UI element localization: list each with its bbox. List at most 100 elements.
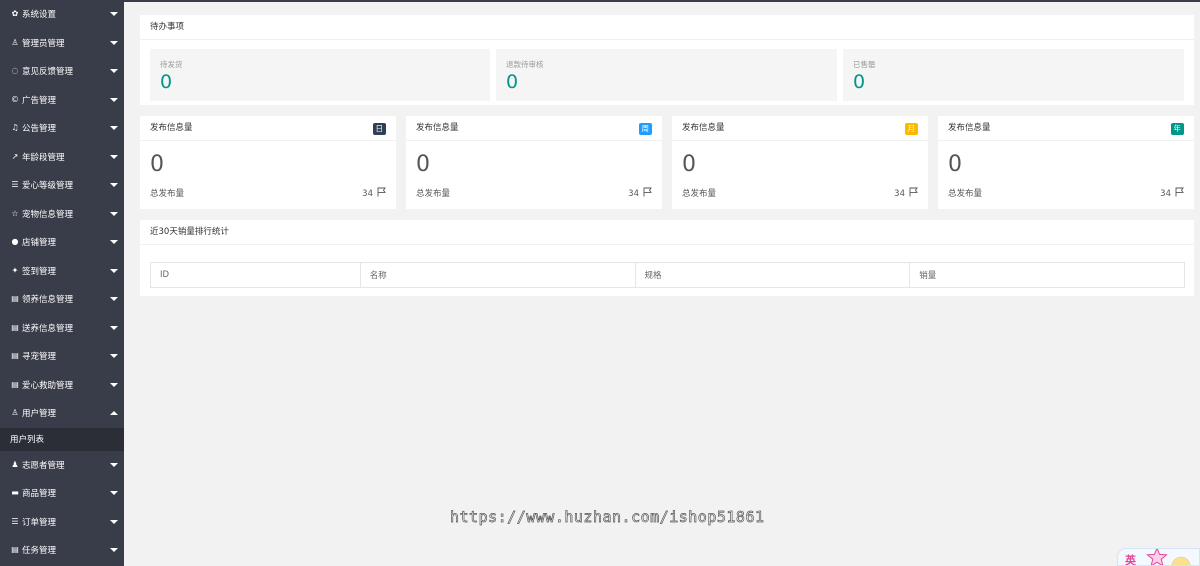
caret-down-icon — [110, 354, 118, 359]
stat-card-month: 发布信息量 月 0 总发布量 34 — [672, 116, 928, 209]
total-label: 总发布量 — [150, 189, 185, 199]
sidebar-item[interactable]: ♫ 公告管理 — [0, 114, 124, 143]
sidebar-item[interactable]: ▤ 寻宠管理 — [0, 342, 124, 371]
caret-down-icon — [110, 548, 118, 553]
corner-widget[interactable]: 英 — [1117, 548, 1200, 566]
gear-icon: ✿ — [11, 9, 19, 19]
stat-value: 0 — [150, 152, 164, 177]
corner-widget-label: 英 — [1125, 554, 1136, 566]
stat-card-title: 发布信息量 — [150, 123, 193, 133]
stat-value: 0 — [416, 152, 430, 177]
caret-down-icon — [110, 268, 118, 273]
caret-down-icon — [110, 211, 118, 216]
sidebar-item[interactable]: ✿ 系统设置 — [0, 0, 124, 29]
user-icon: ♙ — [11, 408, 19, 418]
caret-down-icon — [110, 382, 118, 387]
sales-ranking-panel: 近30天销量排行统计 ID 名称 规格 销量 — [140, 220, 1194, 296]
caret-down-icon — [110, 12, 118, 17]
todo-label: 已售罄 — [853, 60, 876, 69]
todo-panel-title: 待办事项 — [140, 15, 1194, 40]
sidebar-item-label: 管理员管理 — [22, 38, 65, 49]
stat-value: 0 — [682, 152, 696, 177]
tag-icon: ● — [11, 237, 19, 247]
todo-label: 退款待审核 — [506, 60, 544, 69]
ranking-panel-title: 近30天销量排行统计 — [140, 220, 1194, 245]
face-decoration-icon — [1170, 555, 1192, 565]
folder-icon: ▬ — [11, 488, 19, 498]
total-value: 34 — [362, 188, 373, 199]
todo-label: 待发货 — [160, 60, 183, 69]
todo-box-refund-review[interactable]: 退款待审核 0 — [496, 49, 837, 101]
column-header-id: ID — [150, 262, 361, 288]
sidebar-item-label: 签到管理 — [22, 266, 57, 277]
sidebar-item[interactable]: ✦ 签到管理 — [0, 257, 124, 286]
todo-value: 0 — [853, 71, 866, 93]
list-icon: ▤ — [11, 379, 19, 389]
sidebar-subitem[interactable]: 用户列表 — [0, 427, 124, 451]
sidebar-item-label: 意见反馈管理 — [22, 67, 74, 78]
caret-down-icon — [110, 491, 118, 496]
watermark-url: https://www.huzhan.com/ishop51861 — [450, 508, 765, 527]
sidebar-item-label: 年龄段管理 — [22, 152, 65, 163]
sidebar-item[interactable]: ♟ 志愿者管理 — [0, 451, 124, 480]
todo-box-sold-out[interactable]: 已售罄 0 — [843, 49, 1184, 101]
list-icon: ▤ — [11, 351, 19, 361]
sidebar-item[interactable]: ☰ 订单管理 — [0, 508, 124, 537]
list-icon: ☰ — [11, 516, 19, 526]
sidebar-item[interactable]: ♙ 用户管理 — [0, 399, 124, 428]
stat-card-week: 发布信息量 周 0 总发布量 34 — [406, 116, 662, 209]
caret-down-icon — [110, 97, 118, 102]
sidebar-item-label: 广告管理 — [22, 95, 57, 106]
table-header-row: ID 名称 规格 销量 — [150, 262, 1185, 288]
total-value: 34 — [894, 188, 905, 199]
caret-down-icon — [110, 183, 118, 188]
caret-down-icon — [110, 325, 118, 330]
sidebar-item-label: 爱心等级管理 — [22, 181, 74, 192]
sidebar-item[interactable]: ↗ 年龄段管理 — [0, 143, 124, 172]
sidebar-item[interactable]: ● 店铺管理 — [0, 228, 124, 257]
at-icon: © — [11, 94, 19, 104]
sales-ranking-table: ID 名称 规格 销量 — [150, 262, 1185, 288]
todo-box-pending-shipment[interactable]: 待发货 0 — [150, 49, 490, 101]
sidebar-item[interactable]: ▤ 领养信息管理 — [0, 285, 124, 314]
total-label: 总发布量 — [948, 189, 983, 199]
sidebar-item[interactable]: ☰ 爱心等级管理 — [0, 171, 124, 200]
sidebar-item-label: 寻宠管理 — [22, 352, 57, 363]
sidebar-item[interactable]: ▤ 爱心救助管理 — [0, 371, 124, 400]
sidebar-item[interactable]: ☆ 宠物信息管理 — [0, 200, 124, 229]
sidebar-item[interactable]: ♙ 管理员管理 — [0, 29, 124, 58]
sidebar-item-label: 志愿者管理 — [22, 460, 65, 471]
flag-icon — [1175, 187, 1184, 200]
sidebar-item[interactable]: ▤ 送养信息管理 — [0, 314, 124, 343]
pin-icon: ✦ — [11, 265, 19, 275]
column-header-sales: 销量 — [909, 262, 1185, 288]
sidebar-item-label: 用户管理 — [22, 409, 57, 420]
star-icon: ☆ — [11, 208, 19, 218]
caret-down-icon — [110, 69, 118, 74]
sidebar-item-label: 送养信息管理 — [22, 323, 74, 334]
todo-value: 0 — [160, 71, 173, 93]
list-icon: ▤ — [11, 545, 19, 555]
stat-card-year: 发布信息量 年 0 总发布量 34 — [938, 116, 1194, 209]
sidebar-item-label: 公告管理 — [22, 124, 57, 135]
caret-down-icon — [110, 462, 118, 467]
caret-down-icon — [110, 40, 118, 45]
sidebar-item-label: 任务管理 — [22, 546, 57, 557]
users-icon: ♟ — [11, 459, 19, 469]
column-header-name: 名称 — [359, 262, 636, 288]
sidebar-item[interactable]: ◌ 意见反馈管理 — [0, 57, 124, 86]
total-value: 34 — [628, 188, 639, 199]
total-value: 34 — [1160, 188, 1171, 199]
sidebar-item-label: 店铺管理 — [22, 238, 57, 249]
period-badge-day: 日 — [372, 123, 386, 135]
top-header-bar — [124, 0, 1200, 2]
sidebar-item[interactable]: ▤ 任务管理 — [0, 536, 124, 565]
sidebar-item-label: 爱心救助管理 — [22, 380, 74, 391]
caret-down-icon — [110, 297, 118, 302]
sidebar-item[interactable]: © 广告管理 — [0, 86, 124, 115]
sidebar-item[interactable]: ▬ 商品管理 — [0, 479, 124, 508]
sidebar-item-label: 领养信息管理 — [22, 295, 74, 306]
total-label: 总发布量 — [416, 189, 451, 199]
flag-icon — [909, 187, 918, 200]
sidebar-item-label: 宠物信息管理 — [22, 209, 74, 220]
